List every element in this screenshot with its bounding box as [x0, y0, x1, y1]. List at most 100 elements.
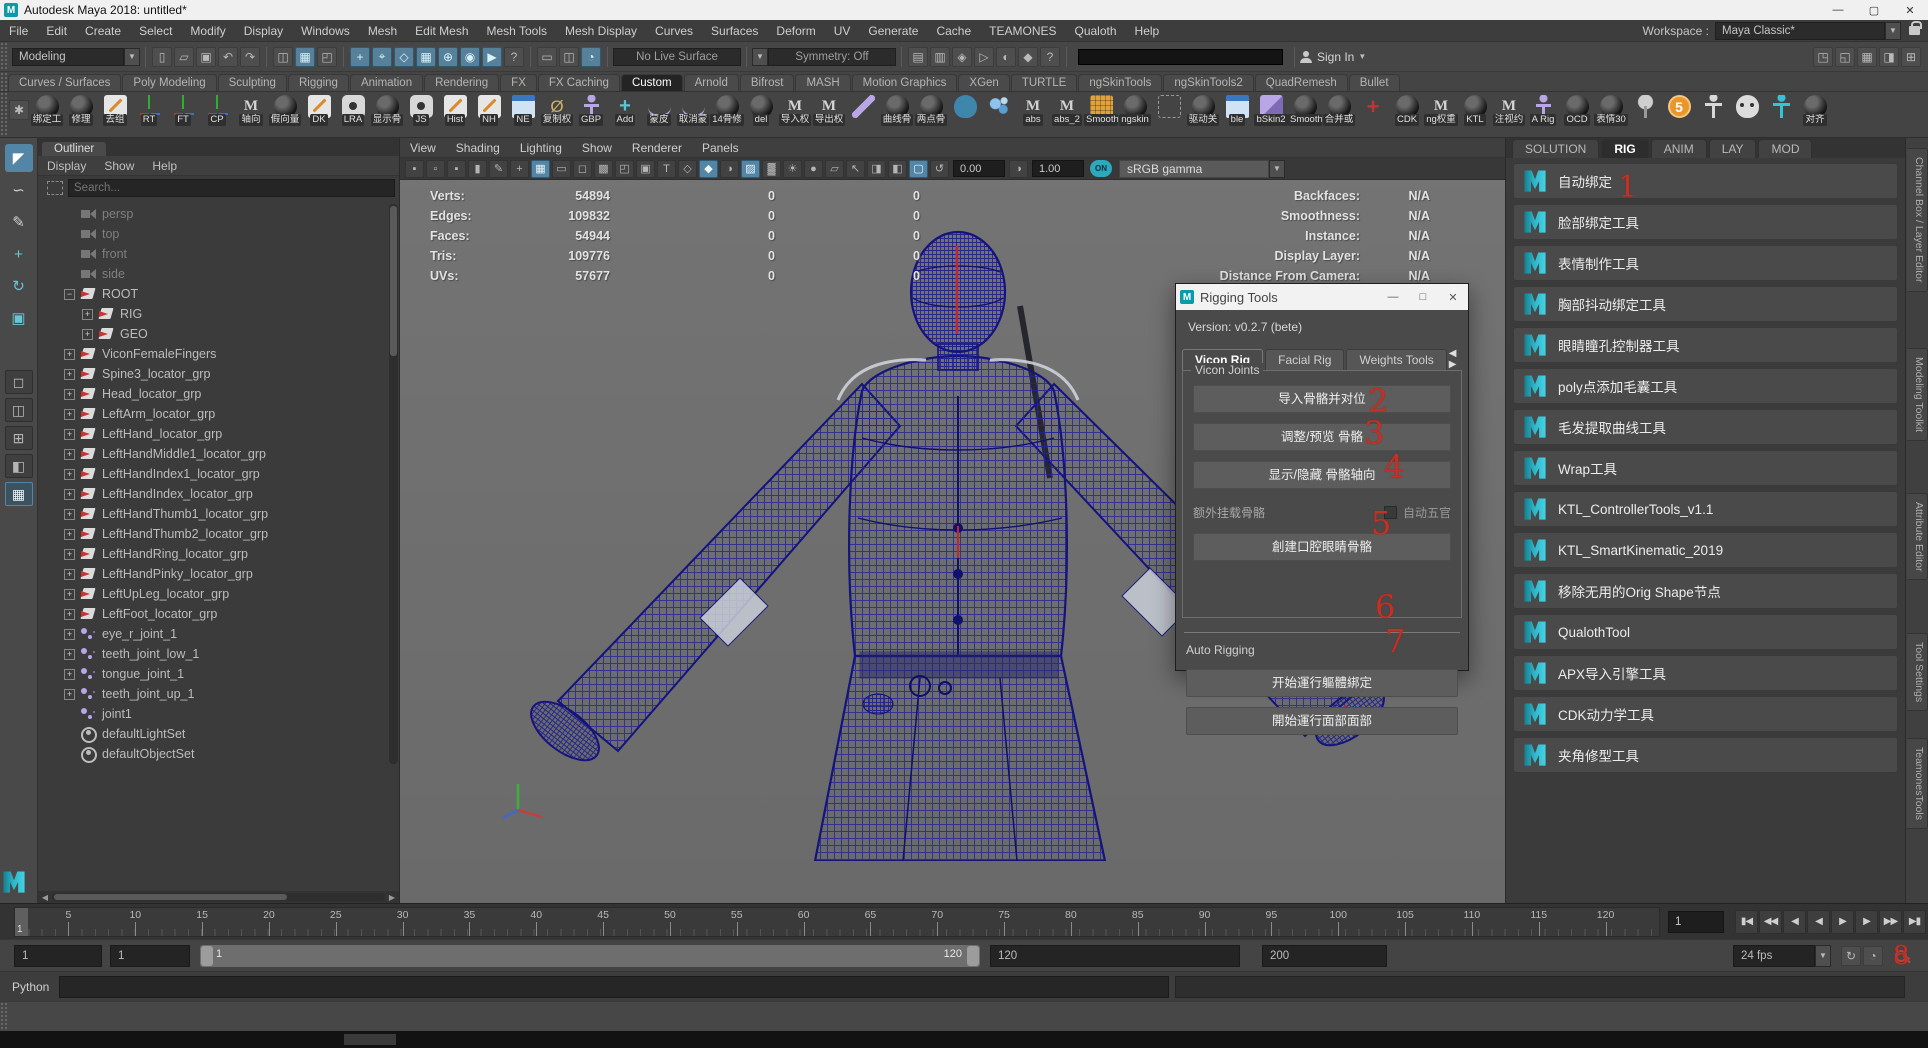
sign-in-button[interactable]: Sign In — [1317, 50, 1354, 64]
menu-item[interactable]: Mesh — [359, 24, 406, 38]
tool-launcher-button[interactable]: 表情制作工具 — [1513, 245, 1898, 281]
snap-icon[interactable]: ▦ — [416, 47, 436, 67]
rigging-action-button[interactable]: 開始運行面部面部 — [1186, 707, 1458, 735]
tab-scroll-arrows-icon[interactable]: ◀ ▶ — [1449, 348, 1465, 370]
playback-start-field[interactable]: 1 — [110, 945, 190, 967]
rig-tab[interactable]: Weights Tools — [1346, 349, 1446, 370]
menu-item[interactable]: Surfaces — [702, 24, 767, 38]
tool-launcher-button[interactable]: 自动绑定 — [1513, 163, 1898, 199]
outliner-node-row[interactable]: − ROOT — [38, 284, 399, 304]
expand-toggle-icon[interactable]: + — [82, 329, 93, 340]
workspace-selector[interactable]: Maya Classic* — [1715, 22, 1885, 40]
shelf-tool-button[interactable]: abs — [1016, 92, 1050, 126]
symmetry-dropdown-arrow[interactable]: ▼ — [752, 48, 768, 66]
selection-mode-icon[interactable]: ▦ — [295, 47, 315, 67]
tool-launcher-button[interactable]: poly点添加毛囊工具 — [1513, 368, 1898, 404]
selection-mode-icon[interactable]: ◫ — [273, 47, 293, 67]
outliner-node-row[interactable]: + LeftUpLeg_locator_grp — [38, 584, 399, 604]
symmetry-field[interactable]: Symmetry: Off — [768, 48, 896, 66]
outliner-node-row[interactable]: + LeftHandIndex_locator_grp — [38, 484, 399, 504]
shelf-tab[interactable]: Custom — [621, 74, 683, 91]
snap-icon[interactable]: + — [350, 47, 370, 67]
rigging-action-button[interactable]: 导入骨骼并对位 — [1193, 385, 1451, 413]
file-icon[interactable]: ▣ — [196, 47, 216, 67]
tool-button[interactable]: ◤ — [5, 144, 33, 172]
expand-toggle-icon[interactable]: + — [64, 449, 75, 460]
outliner-node-row[interactable]: + Spine3_locator_grp — [38, 364, 399, 384]
shelf-tab[interactable]: Rigging — [288, 74, 349, 91]
animation-prefs-icon[interactable]: ◔ — [1863, 946, 1883, 966]
menu-item[interactable]: Curves — [646, 24, 702, 38]
menu-item[interactable]: File — [0, 24, 37, 38]
expand-toggle-icon[interactable]: + — [64, 689, 75, 700]
undo-redo-icon[interactable]: ↶ — [218, 47, 238, 67]
vertical-scrollbar[interactable] — [389, 204, 398, 764]
menu-item[interactable]: Windows — [292, 24, 359, 38]
menu-item[interactable]: UV — [825, 24, 860, 38]
titlebar[interactable]: M Autodesk Maya 2018: untitled* — ▢ ✕ — [0, 0, 1928, 20]
tools-panel-tab[interactable]: RIG — [1601, 139, 1648, 158]
outliner-node-row[interactable]: + LeftHandRing_locator_grp — [38, 544, 399, 564]
tool-button[interactable]: ▣ — [5, 304, 33, 332]
snap-icon[interactable]: ◇ — [394, 47, 414, 67]
animation-end-field[interactable]: 200 — [1262, 945, 1387, 967]
layout-button[interactable]: ◻ — [5, 370, 33, 394]
shelf-tool-button[interactable]: A Rig — [1526, 92, 1560, 126]
snap-icon[interactable]: ⌖ — [372, 47, 392, 67]
file-icon[interactable]: ▯ — [152, 47, 172, 67]
shelf-tool-button[interactable]: 修理 — [64, 92, 98, 126]
shelf-tab[interactable]: Bullet — [1349, 74, 1400, 91]
shelf-tab[interactable]: ngSkinTools — [1078, 74, 1162, 91]
grip-handle[interactable] — [0, 42, 8, 71]
tool-launcher-button[interactable]: 夹角修型工具 — [1513, 737, 1898, 773]
shelf-tool-button[interactable]: JS — [404, 92, 438, 126]
tools-panel-tab[interactable]: SOLUTION — [1512, 139, 1599, 158]
expand-toggle-icon[interactable]: + — [64, 409, 75, 420]
menu-item[interactable]: Edit Mesh — [406, 24, 477, 38]
tool-button[interactable]: + — [5, 240, 33, 268]
shelf-tool-button[interactable]: 驱动关 — [1186, 92, 1220, 126]
tool-launcher-button[interactable]: 脸部绑定工具 — [1513, 204, 1898, 240]
expand-toggle-icon[interactable]: + — [64, 649, 75, 660]
sidebar-toggle-icon[interactable]: ◨ — [1879, 47, 1899, 67]
playback-button[interactable]: ▶▶ — [1879, 910, 1902, 934]
shelf-tool-button[interactable]: del — [744, 92, 778, 126]
outliner-node-row[interactable]: + LeftHandPinky_locator_grp — [38, 564, 399, 584]
rig-tab[interactable]: Facial Rig — [1265, 349, 1344, 370]
range-slider[interactable]: 1 120 — [200, 945, 980, 967]
shelf-tab[interactable]: FX Caching — [538, 74, 620, 91]
undo-redo-icon[interactable]: ↷ — [240, 47, 260, 67]
expand-toggle-icon[interactable]: + — [64, 569, 75, 580]
snap-icon[interactable]: ⊕ — [438, 47, 458, 67]
close-button[interactable]: ✕ — [1438, 291, 1468, 304]
sidebar-tab[interactable]: Attribute Editor — [1907, 493, 1928, 580]
rigging-action-button[interactable]: 显示/隐藏 骨骼轴向 — [1193, 461, 1451, 489]
tool-launcher-button[interactable]: KTL_ControllerTools_v1.1 — [1513, 491, 1898, 527]
shelf-tab[interactable]: ngSkinTools2 — [1163, 74, 1253, 91]
rigging-action-button[interactable]: 开始運行軀體綁定 — [1186, 669, 1458, 697]
outliner-node-row[interactable]: + teeth_joint_up_1 — [38, 684, 399, 704]
live-surface-field[interactable]: No Live Surface — [613, 48, 741, 66]
shelf-tool-button[interactable] — [1696, 92, 1730, 126]
selection-mode-icon[interactable]: ◰ — [317, 47, 337, 67]
range-start-handle[interactable] — [201, 946, 213, 966]
sign-in-dropdown-arrow[interactable]: ▼ — [1354, 48, 1370, 66]
tools-panel-tab[interactable]: LAY — [1709, 139, 1757, 158]
shelf-tab[interactable]: QuadRemesh — [1255, 74, 1348, 91]
snap-icon[interactable]: ◉ — [460, 47, 480, 67]
shelf-tool-button[interactable]: CDK — [1390, 92, 1424, 126]
tool-launcher-button[interactable]: APX导入引擎工具 — [1513, 655, 1898, 691]
outliner-node-row[interactable]: + LeftHandThumb1_locator_grp — [38, 504, 399, 524]
command-language-toggle[interactable]: Python — [0, 980, 59, 994]
layout-button[interactable]: ◫ — [5, 398, 33, 422]
tool-launcher-button[interactable]: KTL_SmartKinematic_2019 — [1513, 532, 1898, 568]
range-end-handle[interactable] — [967, 946, 979, 966]
expand-toggle-icon[interactable]: + — [64, 469, 75, 480]
shelf-tool-button[interactable]: 绑定工 — [30, 92, 64, 126]
expand-toggle-icon[interactable]: + — [64, 589, 75, 600]
outliner-node-row[interactable]: side — [38, 264, 399, 284]
sidebar-toggle-icon[interactable]: ◳ — [1813, 47, 1833, 67]
tool-button[interactable]: ∽ — [5, 176, 33, 204]
expand-toggle-icon[interactable]: + — [64, 609, 75, 620]
rigging-tools-titlebar[interactable]: M Rigging Tools — □ ✕ — [1176, 284, 1468, 310]
